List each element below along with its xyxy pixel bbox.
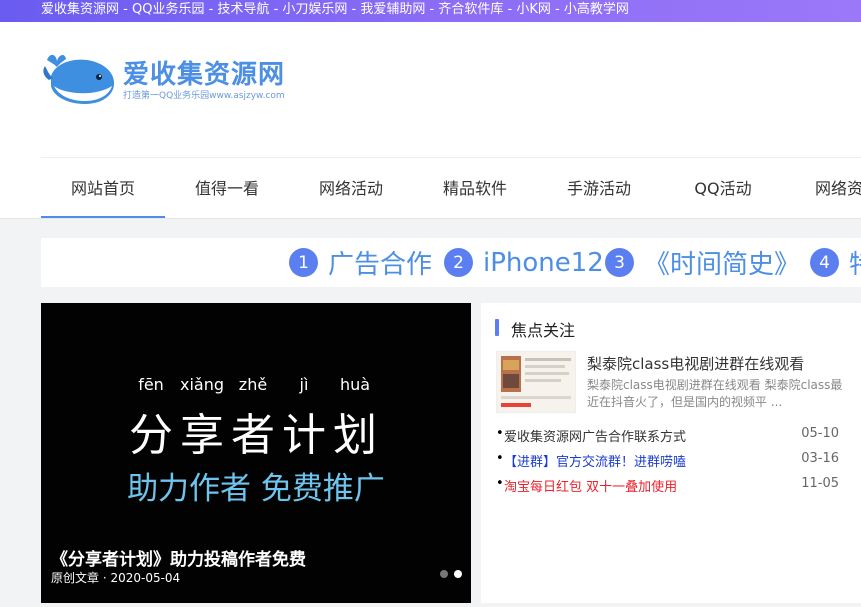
top-link[interactable]: 爱收集资源网 (41, 2, 119, 17)
ticker-number-badge: 2 (444, 248, 473, 277)
ticker-number-badge: 4 (810, 248, 839, 277)
nav-item-software[interactable]: 精品软件 (413, 158, 537, 217)
top-link[interactable]: 小K网 (516, 2, 551, 17)
ticker-label: iPhone12 (483, 247, 604, 278)
list-bullet: • (496, 476, 504, 491)
slider-dot[interactable] (440, 570, 448, 578)
featured-slider[interactable]: fēn xiǎng zhě jì huà 分 享 者 计 划 助力作者 免费推广… (41, 303, 471, 603)
main-nav: 网站首页 值得一看 网络活动 精品软件 手游活动 QQ活动 网络资源 (41, 158, 861, 218)
list-bullet: • (496, 451, 504, 466)
slide-hanzi: 划 (333, 410, 377, 461)
nav-item-mobile-games[interactable]: 手游活动 (537, 158, 661, 217)
ticker-label: 《时间简史》 (644, 250, 801, 280)
top-link[interactable]: 齐合软件库 (438, 2, 503, 17)
nav-item-qq-activities[interactable]: QQ活动 (661, 158, 785, 217)
list-item-title[interactable]: 【进群】官方交流群！进群唠嗑 (504, 451, 686, 470)
top-link-separator: - (204, 2, 218, 17)
ticker-label: 特 (849, 244, 861, 281)
nav-item-online-activities[interactable]: 网络活动 (289, 158, 413, 217)
featured-thumbnail[interactable] (496, 351, 576, 413)
top-link-separator: - (503, 2, 517, 17)
focus-heading: 焦点关注 (511, 321, 576, 340)
top-link-separator: - (119, 2, 132, 17)
ticker-item[interactable]: 3 《时间简史》 (605, 238, 800, 287)
top-link[interactable]: 我爱辅助网 (360, 2, 425, 17)
focus-panel: 焦点关注 梨泰院class电视剧进群在线观看 梨泰院class电视剧进群在线观看… (481, 303, 861, 603)
top-link[interactable]: 技术导航 (217, 2, 269, 17)
ticker-item[interactable]: 1 广告合作 (289, 238, 432, 287)
ticker-number-badge: 3 (605, 248, 634, 277)
thumbnail-image-icon (497, 352, 575, 412)
slide-meta: 原创文章 · 2020-05-04 (51, 571, 181, 585)
list-item-title[interactable]: 爱收集资源网广告合作联系方式 (504, 426, 686, 445)
list-item[interactable]: • 【进群】官方交流群！进群唠嗑 03-16 (496, 451, 846, 471)
slide-subtitle: 助力作者 免费推广 (127, 471, 385, 507)
ticker-label: 广告合作 (328, 250, 433, 280)
list-item-date: 11-05 (801, 476, 839, 491)
nav-item-worth-seeing[interactable]: 值得一看 (165, 158, 289, 217)
slide-pinyin: zhě (238, 375, 268, 394)
ticker-item[interactable]: 4 特 (810, 238, 861, 287)
slide-pinyin: huà (339, 375, 371, 394)
list-item-date: 03-16 (801, 451, 839, 466)
top-link[interactable]: QQ业务乐园 (132, 2, 204, 17)
top-link-separator: - (269, 2, 283, 17)
logo-title: 爱收集资源网 (123, 60, 286, 90)
nav-item-home[interactable]: 网站首页 (41, 158, 165, 218)
top-link-separator: - (550, 2, 564, 17)
top-link-separator: - (425, 2, 439, 17)
ticker-item[interactable]: 2 iPhone12 (444, 238, 604, 287)
slide-pinyin: fēn (138, 375, 164, 394)
list-item-date: 05-10 (801, 426, 839, 441)
top-link-separator: - (347, 2, 361, 17)
list-item[interactable]: • 淘宝每日红包 双十一叠加使用 11-05 (496, 476, 846, 496)
site-logo[interactable]: 爱收集资源网 打造第一QQ业务乐园www.asjzyw.com (41, 50, 301, 110)
site-header: 爱收集资源网 打造第一QQ业务乐园www.asjzyw.com 网站首页 值得一… (0, 22, 861, 219)
slide-caption[interactable]: 《分享者计划》助力投稿作者免费 (51, 545, 306, 570)
list-item-title[interactable]: 淘宝每日红包 双十一叠加使用 (504, 476, 677, 495)
featured-article-title[interactable]: 梨泰院class电视剧进群在线观看 (587, 353, 804, 374)
nav-item-resources[interactable]: 网络资源 (785, 158, 861, 217)
list-item[interactable]: • 爱收集资源网广告合作联系方式 05-10 (496, 426, 846, 446)
top-link[interactable]: 小刀娱乐网 (282, 2, 347, 17)
list-bullet: • (496, 426, 504, 441)
top-link[interactable]: 小高教学网 (564, 2, 629, 17)
hot-keyword-ticker: 1 广告合作 2 iPhone12 3 《时间简史》 4 特 (41, 238, 861, 287)
featured-article-summary: 梨泰院class电视剧进群在线观看 梨泰院class最近在抖音火了，但是国内的视… (587, 378, 843, 409)
slider-dot-active[interactable] (454, 570, 462, 578)
top-links: 爱收集资源网 - QQ业务乐园 - 技术导航 - 小刀娱乐网 - 我爱辅助网 -… (41, 0, 629, 22)
top-links-bar: 爱收集资源网 - QQ业务乐园 - 技术导航 - 小刀娱乐网 - 我爱辅助网 -… (0, 0, 861, 22)
slide-pinyin: jì (299, 375, 309, 394)
slide-pinyin: xiǎng (179, 375, 224, 394)
section-marker (495, 319, 499, 336)
logo-tagline: 打造第一QQ业务乐园www.asjzyw.com (123, 91, 285, 101)
whale-logo-icon (43, 54, 115, 104)
ticker-number-badge: 1 (289, 248, 318, 277)
